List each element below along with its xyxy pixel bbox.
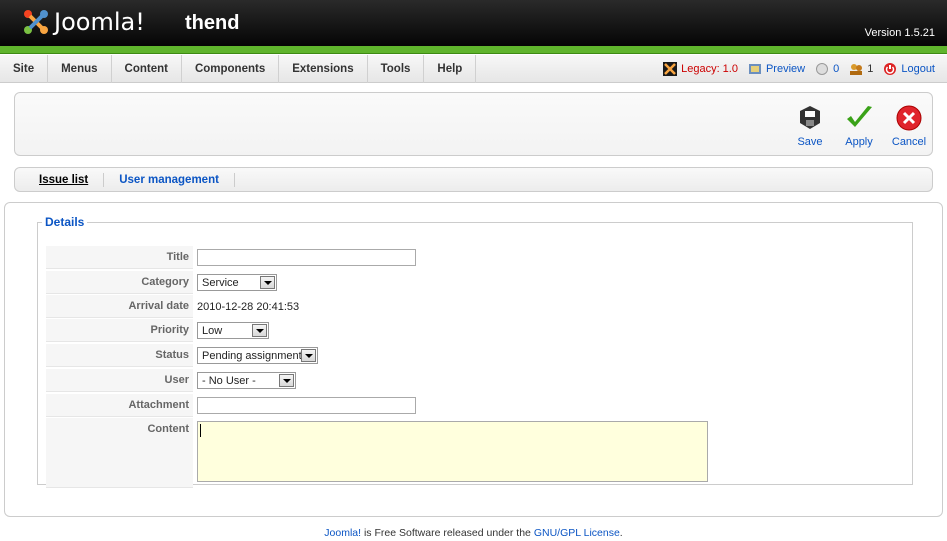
status-area: Legacy: 1.0 Preview 0 1 Logout [663, 55, 935, 83]
license-link[interactable]: GNU/GPL License [534, 527, 620, 539]
save-label: Save [797, 136, 823, 148]
legacy-label: Legacy: 1.0 [681, 63, 738, 75]
priority-label: Priority [46, 319, 193, 342]
messages-label: 0 [833, 63, 840, 75]
category-label: Category [46, 271, 193, 294]
apply-label: Apply [845, 136, 873, 148]
messages-icon [815, 62, 829, 76]
details-legend: Details [45, 215, 85, 229]
category-row: Category Service [46, 271, 906, 294]
user-value: - No User - [202, 374, 256, 387]
title-label: Title [46, 246, 193, 269]
arrival-value: 2010-12-28 20:41:53 [197, 300, 300, 313]
header-bar: Joomla! thend Version 1.5.21 [0, 0, 947, 46]
users-count: 1 [849, 62, 873, 76]
menu-site[interactable]: Site [0, 55, 49, 83]
preview-link[interactable]: Preview [748, 62, 805, 76]
users-icon [849, 62, 863, 76]
arrival-row: Arrival date 2010-12-28 20:41:53 [46, 295, 906, 318]
user-label: User [46, 369, 193, 392]
main-menubar: Site Menus Content Components Extensions… [0, 55, 947, 83]
submenu: Issue list User management [14, 167, 933, 192]
header-accent-line [0, 46, 947, 54]
chevron-down-icon [252, 324, 267, 337]
category-select[interactable]: Service [197, 274, 277, 291]
logout-label: Logout [901, 63, 935, 75]
preview-label: Preview [765, 63, 806, 75]
menu-menus[interactable]: Menus [48, 55, 112, 83]
joomla-link[interactable]: Joomla! [324, 527, 361, 539]
footer: Joomla! is Free Software released under … [0, 527, 947, 539]
menu-components[interactable]: Components [182, 55, 280, 83]
content-textarea[interactable] [197, 421, 708, 482]
chevron-down-icon [301, 349, 316, 362]
save-button[interactable]: Save [788, 103, 832, 148]
joomla-logo[interactable]: Joomla! [22, 8, 145, 36]
version-label: Version 1.5.21 [864, 27, 935, 39]
joomla-logo-icon [22, 8, 50, 36]
priority-select[interactable]: Low [197, 322, 269, 339]
main-content: Details Title Category Service Arrival d… [4, 202, 943, 517]
priority-row: Priority Low [46, 319, 906, 342]
priority-value: Low [202, 324, 223, 337]
attachment-label: Attachment [46, 394, 193, 417]
cancel-label: Cancel [891, 136, 927, 148]
text-caret [200, 424, 201, 437]
toolbar: Save Apply Cancel [14, 92, 933, 156]
logout-link[interactable]: Logout [883, 62, 935, 76]
menu-tools[interactable]: Tools [368, 55, 425, 83]
attachment-row: Attachment [46, 394, 906, 417]
messages-count[interactable]: 0 [815, 62, 839, 76]
title-input[interactable] [197, 249, 416, 266]
logo-text: Joomla! [54, 8, 145, 36]
details-fieldset: Details Title Category Service Arrival d… [37, 215, 913, 488]
status-value: Pending assignment [202, 349, 302, 362]
arrival-label: Arrival date [46, 295, 193, 318]
legacy-icon [663, 62, 678, 76]
menu-help[interactable]: Help [424, 55, 477, 83]
chevron-down-icon [279, 374, 294, 387]
user-row: User - No User - [46, 369, 906, 392]
users-label: 1 [867, 63, 874, 75]
cancel-icon [887, 103, 931, 133]
legacy-status: Legacy: 1.0 [663, 62, 738, 76]
site-name: thend [185, 12, 240, 34]
menu-extensions[interactable]: Extensions [279, 55, 368, 83]
status-select[interactable]: Pending assignment [197, 347, 318, 364]
attachment-input[interactable] [197, 397, 416, 414]
preview-icon [748, 62, 762, 76]
category-value: Service [202, 276, 239, 289]
cancel-button[interactable]: Cancel [887, 103, 931, 148]
status-row: Status Pending assignment [46, 344, 906, 367]
checkmark-icon [837, 103, 881, 133]
tab-issue-list[interactable]: Issue list [15, 172, 105, 187]
content-row: Content [46, 418, 906, 488]
footer-end: . [619, 527, 623, 539]
status-label: Status [46, 344, 193, 367]
tab-user-management[interactable]: User management [104, 172, 235, 187]
chevron-down-icon [260, 276, 275, 289]
save-icon [788, 103, 832, 133]
logout-icon [883, 62, 897, 76]
content-label: Content [46, 418, 193, 488]
title-row: Title [46, 246, 906, 269]
footer-text: is Free Software released under the [361, 527, 534, 539]
menu-content[interactable]: Content [112, 55, 182, 83]
user-select[interactable]: - No User - [197, 372, 296, 389]
apply-button[interactable]: Apply [837, 103, 881, 148]
